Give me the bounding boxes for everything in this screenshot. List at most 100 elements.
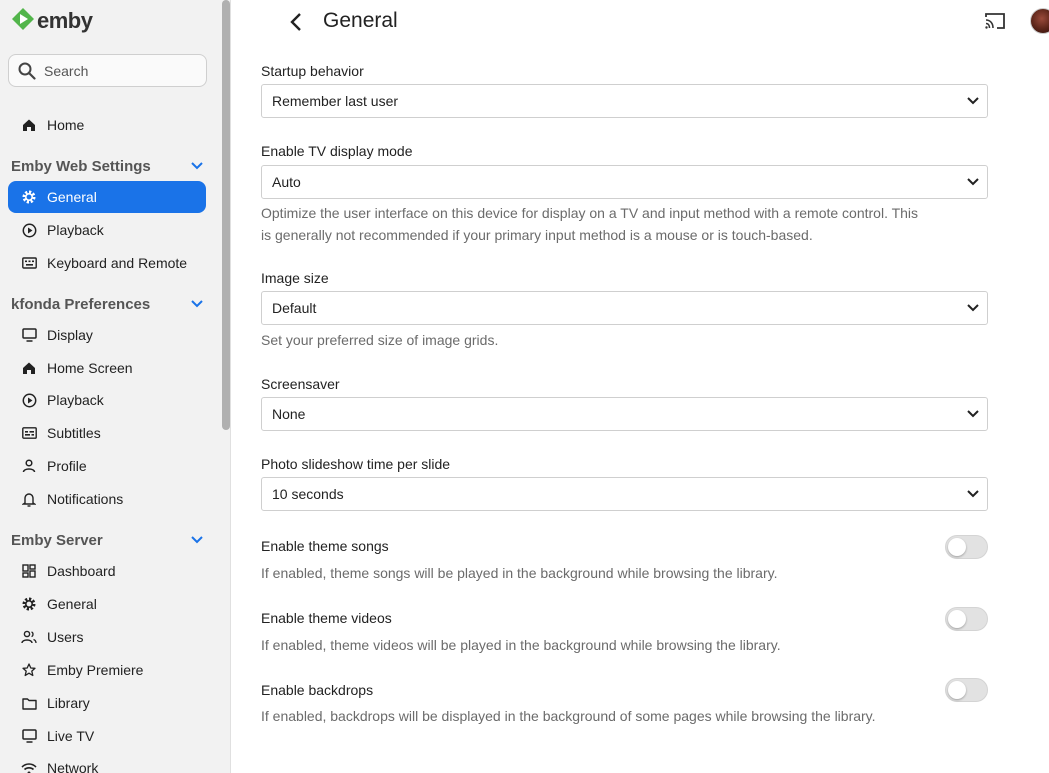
gear-icon: [21, 189, 37, 205]
sidebar-item-label: Subtitles: [47, 425, 101, 441]
section-web-settings[interactable]: Emby Web Settings: [11, 155, 206, 177]
chevron-down-icon: [967, 410, 979, 418]
sidebar-item-label: Display: [47, 327, 93, 343]
screensaver-label: Screensaver: [261, 376, 340, 392]
section-server[interactable]: Emby Server: [11, 529, 206, 551]
sidebar-item-label: General: [47, 189, 97, 205]
chevron-down-icon: [967, 97, 979, 105]
search-placeholder: Search: [44, 62, 89, 79]
page-title: General: [323, 9, 398, 32]
image-size-description: Set your preferred size of image grids.: [261, 332, 499, 348]
sidebar-item-live-tv[interactable]: Live TV: [8, 720, 206, 752]
chevron-down-icon: [191, 162, 203, 170]
sidebar-scrollbar[interactable]: [222, 0, 230, 430]
tv-display-mode-select[interactable]: Auto: [261, 165, 988, 199]
cast-button[interactable]: [983, 10, 1007, 32]
sidebar-item-label: Dashboard: [47, 563, 116, 579]
sidebar-item-label: Keyboard and Remote: [47, 255, 188, 271]
sidebar-item-library[interactable]: Library: [8, 687, 206, 719]
gear-icon: [21, 596, 37, 612]
select-value: 10 seconds: [272, 486, 344, 502]
sidebar-item-web-playback[interactable]: Playback: [8, 214, 206, 246]
play-circle-icon: [21, 222, 37, 238]
sidebar-item-web-general[interactable]: General: [8, 181, 206, 213]
toggle-knob: [948, 610, 966, 628]
search-icon: [18, 62, 36, 80]
tv-display-mode-description: Optimize the user interface on this devi…: [261, 202, 991, 246]
theme-songs-description: If enabled, theme songs will be played i…: [261, 565, 778, 581]
cast-icon: [985, 13, 1005, 29]
sidebar-item-profile[interactable]: Profile: [8, 450, 206, 482]
chevron-down-icon: [191, 536, 203, 544]
tv-display-mode-label: Enable TV display mode: [261, 143, 413, 159]
sidebar-item-server-general[interactable]: General: [8, 588, 206, 620]
sidebar-item-home-screen[interactable]: Home Screen: [8, 352, 206, 384]
wifi-icon: [21, 760, 37, 773]
sidebar-item-keyboard-remote[interactable]: Keyboard and Remote: [8, 247, 206, 279]
image-size-select[interactable]: Default: [261, 291, 988, 325]
theme-videos-toggle[interactable]: [945, 607, 988, 631]
person-icon: [21, 458, 37, 474]
sidebar-item-label: Home Screen: [47, 360, 133, 376]
slideshow-time-label: Photo slideshow time per slide: [261, 456, 451, 472]
sidebar-item-pref-playback[interactable]: Playback: [8, 384, 206, 416]
sidebar-item-home[interactable]: Home: [8, 109, 206, 141]
backdrops-description: If enabled, backdrops will be displayed …: [261, 708, 876, 724]
sidebar-item-label: Notifications: [47, 491, 124, 507]
sidebar-item-emby-premiere[interactable]: Emby Premiere: [8, 654, 206, 686]
users-icon: [21, 629, 37, 645]
section-preferences[interactable]: kfonda Preferences: [11, 293, 206, 315]
home-icon: [21, 117, 37, 133]
select-value: None: [272, 406, 306, 422]
sidebar: emby Search Home Emby Web Settings Gener…: [0, 0, 231, 773]
sidebar-item-label: Library: [47, 695, 90, 711]
subtitles-icon: [21, 425, 37, 441]
dashboard-icon: [21, 563, 37, 579]
monitor-icon: [21, 327, 37, 343]
user-avatar[interactable]: [1030, 8, 1049, 34]
backdrops-label: Enable backdrops: [261, 682, 374, 698]
startup-behavior-label: Startup behavior: [261, 63, 364, 79]
arrow-left-icon: [290, 13, 301, 31]
sidebar-item-label: General: [47, 596, 97, 612]
toggle-knob: [948, 538, 966, 556]
theme-songs-toggle[interactable]: [945, 535, 988, 559]
play-circle-icon: [21, 392, 37, 408]
sidebar-item-label: Playback: [47, 392, 104, 408]
star-icon: [21, 662, 37, 678]
screensaver-select[interactable]: None: [261, 397, 988, 431]
back-button[interactable]: [283, 8, 309, 36]
sidebar-item-notifications[interactable]: Notifications: [8, 483, 206, 515]
sidebar-item-display[interactable]: Display: [8, 319, 206, 351]
section-title: Emby Server: [11, 531, 103, 549]
app-window: emby Search Home Emby Web Settings Gener…: [0, 0, 1049, 773]
sidebar-item-network[interactable]: Network: [8, 752, 206, 773]
sidebar-item-dashboard[interactable]: Dashboard: [8, 555, 206, 587]
image-size-label: Image size: [261, 270, 329, 286]
home-icon: [21, 360, 37, 376]
backdrops-toggle[interactable]: [945, 678, 988, 702]
startup-behavior-select[interactable]: Remember last user: [261, 84, 988, 118]
emby-logo[interactable]: emby: [12, 7, 93, 35]
theme-songs-label: Enable theme songs: [261, 538, 389, 554]
search-input[interactable]: Search: [8, 54, 207, 87]
sidebar-item-users[interactable]: Users: [8, 621, 206, 653]
section-title: Emby Web Settings: [11, 157, 151, 175]
sidebar-item-label: Users: [47, 629, 84, 645]
sidebar-item-label: Home: [47, 117, 85, 133]
theme-videos-label: Enable theme videos: [261, 610, 392, 626]
chevron-down-icon: [967, 304, 979, 312]
sidebar-item-label: Profile: [47, 458, 87, 474]
chevron-down-icon: [967, 490, 979, 498]
sidebar-item-subtitles[interactable]: Subtitles: [8, 417, 206, 449]
theme-videos-description: If enabled, theme videos will be played …: [261, 637, 781, 653]
tv-icon: [21, 728, 37, 744]
chevron-down-icon: [967, 178, 979, 186]
section-title: kfonda Preferences: [11, 295, 151, 313]
select-value: Default: [272, 300, 317, 316]
select-value: Remember last user: [272, 93, 399, 109]
keyboard-icon: [21, 255, 37, 271]
emby-logo-icon: [12, 8, 34, 30]
slideshow-time-select[interactable]: 10 seconds: [261, 477, 988, 511]
bell-icon: [21, 491, 37, 507]
